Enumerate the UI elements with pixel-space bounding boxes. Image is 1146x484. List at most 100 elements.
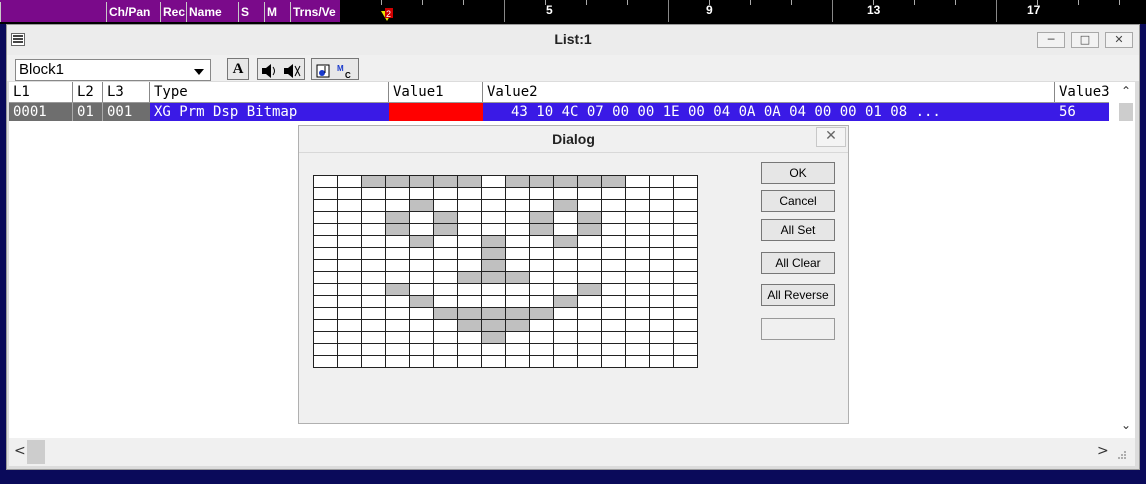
bitmap-cell[interactable] [674,248,698,260]
bitmap-cell[interactable] [674,272,698,284]
bitmap-cell[interactable] [650,356,674,368]
bitmap-cell[interactable] [434,296,458,308]
bitmap-cell[interactable] [506,272,530,284]
bitmap-cell[interactable] [530,176,554,188]
all-reverse-button[interactable]: All Reverse [761,284,835,306]
bitmap-cell[interactable] [482,356,506,368]
bitmap-cell[interactable] [554,296,578,308]
bitmap-cell[interactable] [362,308,386,320]
bitmap-cell[interactable] [338,344,362,356]
bitmap-cell[interactable] [362,272,386,284]
bitmap-cell[interactable] [602,344,626,356]
bitmap-cell[interactable] [386,188,410,200]
bitmap-cell[interactable] [434,284,458,296]
bitmap-cell[interactable] [626,260,650,272]
bitmap-cell[interactable] [554,284,578,296]
bitmap-cell[interactable] [434,212,458,224]
bitmap-cell[interactable] [626,332,650,344]
bitmap-cell[interactable] [410,248,434,260]
bitmap-cell[interactable] [314,212,338,224]
track-col-chpan[interactable]: Ch/Pan [106,2,160,22]
bitmap-cell[interactable] [530,344,554,356]
bitmap-cell[interactable] [554,272,578,284]
bitmap-cell[interactable] [650,176,674,188]
bitmap-cell[interactable] [314,176,338,188]
bitmap-cell[interactable] [458,200,482,212]
bitmap-cell[interactable] [650,260,674,272]
bitmap-cell[interactable] [458,272,482,284]
bitmap-cell[interactable] [482,224,506,236]
bitmap-cell[interactable] [314,224,338,236]
bitmap-cell[interactable] [506,356,530,368]
bitmap-cell[interactable] [434,260,458,272]
row-value3[interactable]: 56 [1055,103,1109,121]
bitmap-cell[interactable] [626,356,650,368]
track-col-mute[interactable]: M [264,2,290,22]
bitmap-cell[interactable] [626,188,650,200]
bitmap-cell[interactable] [674,188,698,200]
bitmap-cell[interactable] [434,272,458,284]
bitmap-cell[interactable] [602,236,626,248]
font-button[interactable]: A [227,58,249,80]
vertical-scroll-thumb[interactable] [1119,103,1133,121]
minimize-button[interactable]: ─ [1037,32,1065,48]
bitmap-cell[interactable] [506,344,530,356]
bitmap-cell[interactable] [338,212,362,224]
bitmap-cell[interactable] [482,272,506,284]
bitmap-cell[interactable] [458,284,482,296]
bitmap-cell[interactable] [410,332,434,344]
bitmap-cell[interactable] [626,296,650,308]
bitmap-cell[interactable] [362,200,386,212]
scroll-up-icon[interactable]: ⌃ [1121,84,1131,98]
bitmap-cell[interactable] [434,356,458,368]
track-col-solo[interactable]: S [238,2,264,22]
bitmap-cell[interactable] [602,320,626,332]
bitmap-cell[interactable] [410,224,434,236]
bitmap-cell[interactable] [386,260,410,272]
bitmap-cell[interactable] [410,236,434,248]
bitmap-cell[interactable] [626,200,650,212]
bitmap-cell[interactable] [626,308,650,320]
header-l2[interactable]: L2 [73,82,103,102]
bitmap-cell[interactable] [482,200,506,212]
bitmap-cell[interactable] [530,188,554,200]
bitmap-cell[interactable] [554,344,578,356]
bitmap-cell[interactable] [578,272,602,284]
bitmap-cell[interactable] [410,200,434,212]
note-tool-icon[interactable] [314,60,334,80]
bitmap-cell[interactable] [386,356,410,368]
bitmap-cell[interactable] [602,356,626,368]
window-titlebar[interactable]: List:1 ─ □ ✕ [7,25,1139,55]
bitmap-cell[interactable] [530,356,554,368]
bitmap-cell[interactable] [386,320,410,332]
bitmap-cell[interactable] [554,332,578,344]
row-value1[interactable] [389,103,483,121]
bitmap-cell[interactable] [362,296,386,308]
track-col-rec[interactable]: Rec [160,2,186,22]
bitmap-cell[interactable] [506,236,530,248]
bitmap-cell[interactable] [554,176,578,188]
bitmap-cell[interactable] [410,308,434,320]
bitmap-cell[interactable] [530,272,554,284]
bitmap-cell[interactable] [362,332,386,344]
bitmap-cell[interactable] [338,320,362,332]
bitmap-cell[interactable] [410,272,434,284]
bitmap-cell[interactable] [434,248,458,260]
bitmap-cell[interactable] [314,248,338,260]
bitmap-cell[interactable] [530,308,554,320]
dialog-close-button[interactable]: ✕ [816,127,846,147]
bitmap-cell[interactable] [506,332,530,344]
scroll-left-icon[interactable]: < [14,443,26,459]
bitmap-cell[interactable] [626,320,650,332]
bitmap-cell[interactable] [626,284,650,296]
bitmap-cell[interactable] [314,344,338,356]
bitmap-cell[interactable] [482,332,506,344]
bitmap-cell[interactable] [410,260,434,272]
bitmap-cell[interactable] [674,224,698,236]
chevron-down-icon[interactable] [194,69,204,75]
bitmap-cell[interactable] [482,284,506,296]
bitmap-cell[interactable] [338,332,362,344]
bitmap-cell[interactable] [506,308,530,320]
bitmap-cell[interactable] [458,176,482,188]
bitmap-cell[interactable] [650,308,674,320]
